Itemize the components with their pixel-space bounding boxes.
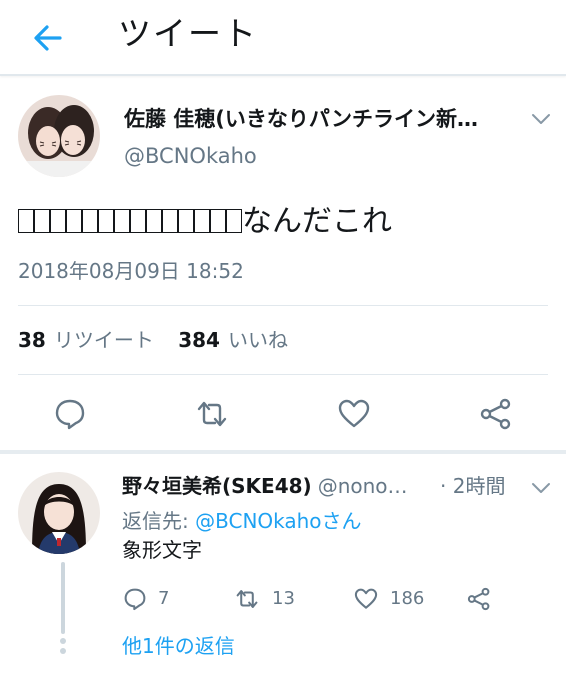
author-name[interactable]: 佐藤 佳穂(いきなりパンチライン新… [124,104,514,134]
thread-dot [60,638,66,644]
thread-dot [60,648,66,654]
top-bar: ツイート [0,0,566,76]
reply-retweet-action[interactable]: 13 [232,586,295,612]
tweet-timestamp: 2018年08月09日 18:52 [18,259,244,283]
reply-text: 象形文字 [122,538,202,562]
chevron-down-icon[interactable] [530,481,552,495]
back-arrow-icon[interactable] [30,20,66,56]
divider [18,305,548,306]
tweet-text: なんだこれ [18,202,392,242]
retweet-stat[interactable]: 38 リツイート [18,328,154,352]
reply-retweet-count: 13 [272,588,295,609]
reply-to-mention[interactable]: @BCNOkahoさん [195,509,361,533]
section-separator [0,450,566,454]
author-avatar[interactable] [18,95,100,177]
chevron-down-icon[interactable] [530,112,552,126]
reply-author-avatar[interactable] [18,472,100,554]
reply-count: 7 [158,588,170,609]
reply-to-prefix: 返信先: [122,509,196,533]
tweet-text-suffix: なんだこれ [242,204,392,239]
reply-like-action[interactable]: 186 [352,586,424,612]
share-icon [467,587,490,611]
reply-reply-action[interactable]: 7 [122,586,169,612]
retweet-icon[interactable] [194,396,230,432]
reply-time: · 2時間 [440,474,506,498]
thread-line [61,562,65,634]
unrenderable-glyphs [18,204,242,239]
retweet-icon [236,590,258,608]
reply-share-action[interactable] [466,586,492,612]
reply-icon [124,588,146,611]
reply-icon[interactable] [52,396,88,432]
reply-like-count: 186 [390,588,425,609]
reply-author-handle[interactable]: @nono… [318,474,408,498]
show-more-replies-link[interactable]: 他1件の返信 [122,632,235,660]
like-stat[interactable]: 384 いいね [178,328,288,352]
tweet-stats: 38 リツイート 384 いいね [18,326,288,354]
reply-author-name[interactable]: 野々垣美希(SKE48) [122,474,312,498]
like-heart-icon[interactable] [336,396,372,432]
divider [18,374,548,375]
page-title: ツイート [118,14,258,53]
share-icon[interactable] [478,396,514,432]
reply-to-line: 返信先: @BCNOkahoさん [122,507,362,535]
author-handle[interactable]: @BCNOkaho [124,142,257,170]
like-heart-icon [354,588,378,609]
